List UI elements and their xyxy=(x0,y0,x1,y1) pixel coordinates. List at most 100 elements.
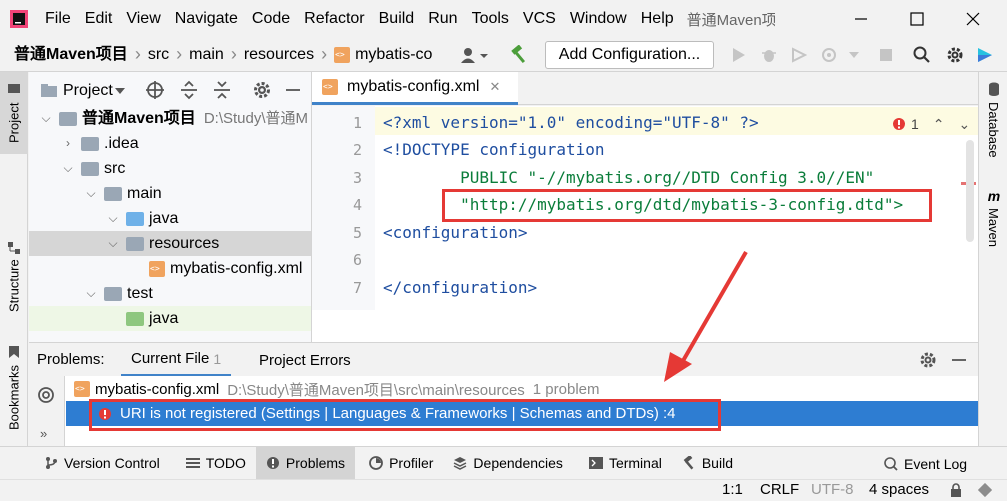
add-configuration-button[interactable]: Add Configuration... xyxy=(545,41,714,69)
autoscroll-icon[interactable] xyxy=(37,386,55,404)
more-run-icon[interactable] xyxy=(844,44,864,66)
menu-tools[interactable]: Tools xyxy=(465,0,516,38)
file-encoding[interactable]: UTF-8 xyxy=(811,481,854,498)
bookmarks-tool-tab[interactable]: Bookmarks xyxy=(0,338,28,438)
list-icon xyxy=(185,457,200,469)
breadcrumb-file[interactable]: mybatis-cor xyxy=(355,38,433,72)
caret-position[interactable]: 1:1 xyxy=(722,481,743,498)
lock-icon[interactable] xyxy=(950,483,962,497)
error-count: 1 xyxy=(911,116,919,132)
stop-icon[interactable] xyxy=(874,44,898,66)
tab-current-file[interactable]: Current File 1 xyxy=(121,343,232,377)
menu-view[interactable]: View xyxy=(119,0,167,38)
indent-setting[interactable]: 4 spaces xyxy=(869,481,929,498)
chevron-right-icon: › xyxy=(230,44,237,64)
menu-run[interactable]: Run xyxy=(421,0,464,38)
editor-scrollbar[interactable] xyxy=(966,140,974,242)
user-icon[interactable] xyxy=(456,44,492,66)
tree-item-mybatis-config[interactable]: mybatis-config.xml xyxy=(149,256,302,281)
settings-icon[interactable] xyxy=(943,44,967,66)
expand-all-icon[interactable] xyxy=(179,80,199,100)
annotation-arrow xyxy=(664,250,748,382)
profile-icon[interactable] xyxy=(817,44,841,66)
tab-project-errors[interactable]: Project Errors xyxy=(249,343,361,377)
menu-navigate[interactable]: Navigate xyxy=(168,0,245,38)
inspection-widget[interactable]: 1 ⌃ ⌄ xyxy=(892,114,970,134)
chevron-down-icon[interactable]: ⌄ xyxy=(959,116,971,133)
menu-code[interactable]: Code xyxy=(245,0,297,38)
search-icon[interactable] xyxy=(910,44,934,66)
breadcrumb-main[interactable]: main xyxy=(189,38,224,72)
close-tab-icon[interactable]: ✕ xyxy=(489,79,500,95)
menu-help[interactable]: Help xyxy=(634,0,681,38)
tab-problems[interactable]: Problems xyxy=(255,446,356,480)
hide-panel-icon[interactable] xyxy=(951,351,967,369)
resources-folder-icon xyxy=(126,236,144,251)
folder-icon xyxy=(8,83,20,93)
code-line-2[interactable]: <!DOCTYPE configuration xyxy=(383,140,605,159)
project-panel: Project ⌵ 普通Maven项目 D:\Study\普通M › .idea… xyxy=(29,72,312,342)
tab-dependencies[interactable]: Dependencies xyxy=(443,447,573,480)
menu-window[interactable]: Window xyxy=(563,0,634,38)
git-icon[interactable] xyxy=(978,483,992,497)
tree-item-resources[interactable]: ⌵ resources xyxy=(29,231,311,256)
breadcrumb-src[interactable]: src xyxy=(148,38,169,72)
breadcrumb-resources[interactable]: resources xyxy=(244,38,314,72)
maven-tool-tab[interactable]: m Maven xyxy=(979,188,1007,280)
xml-file-icon xyxy=(334,46,351,63)
code-line-3[interactable]: PUBLIC "-//mybatis.org//DTD Config 3.0//… xyxy=(383,168,874,187)
menu-bar: File Edit View Navigate Code Refactor Bu… xyxy=(0,0,1007,38)
menu-refactor[interactable]: Refactor xyxy=(297,0,371,38)
tab-todo[interactable]: TODO xyxy=(176,447,256,480)
tab-version-control[interactable]: Version Control xyxy=(34,447,170,480)
jetbrains-toolbox-icon[interactable] xyxy=(973,44,997,66)
hammer-icon[interactable] xyxy=(506,44,532,66)
project-tool-tab[interactable]: Project xyxy=(0,72,28,154)
breadcrumb-project[interactable]: 普通Maven项目 xyxy=(14,38,128,72)
menu-edit[interactable]: Edit xyxy=(78,0,120,38)
editor-tab-mybatis-config[interactable]: mybatis-config.xml ✕ xyxy=(312,72,518,105)
menu-vcs[interactable]: VCS xyxy=(516,0,563,38)
bottom-tool-bar: Version Control TODO Problems Profiler D… xyxy=(0,446,1007,480)
more-icon[interactable]: » xyxy=(40,426,47,441)
menu-file[interactable]: File xyxy=(38,0,78,38)
annotation-box-problem xyxy=(89,399,721,431)
hide-panel-icon[interactable] xyxy=(285,80,301,100)
maximize-icon[interactable] xyxy=(894,0,940,38)
tree-item-idea[interactable]: › .idea xyxy=(59,131,139,156)
code-line-1[interactable]: <?xml version="1.0" encoding="UTF-8" ?> xyxy=(383,113,759,132)
tree-item-project-root[interactable]: ⌵ 普通Maven项目 D:\Study\普通M xyxy=(37,106,311,131)
structure-tool-tab[interactable]: Structure xyxy=(0,232,28,322)
close-icon[interactable] xyxy=(950,0,996,38)
run-icon[interactable] xyxy=(727,44,751,66)
tab-profiler[interactable]: Profiler xyxy=(359,447,443,480)
dropdown-icon[interactable] xyxy=(114,87,125,95)
database-tool-tab[interactable]: Database xyxy=(979,82,1007,182)
debug-icon[interactable] xyxy=(757,44,781,66)
test-source-folder-icon xyxy=(126,311,144,326)
gear-icon[interactable] xyxy=(919,351,937,369)
locate-icon[interactable] xyxy=(145,80,165,100)
tree-item-test[interactable]: ⌵ test xyxy=(82,281,152,306)
minimize-icon[interactable] xyxy=(838,0,884,38)
coverage-icon[interactable] xyxy=(787,44,811,66)
problem-file-row[interactable]: mybatis-config.xml D:\Study\普通Maven项目\sr… xyxy=(66,377,978,401)
project-panel-title[interactable]: Project xyxy=(63,82,113,100)
gear-icon[interactable] xyxy=(252,80,272,100)
code-line-5[interactable]: <configuration> xyxy=(383,223,528,242)
code-line-7[interactable]: </configuration> xyxy=(383,278,537,297)
line-separator[interactable]: CRLF xyxy=(760,481,799,498)
collapse-all-icon[interactable] xyxy=(212,80,232,100)
tree-item-main[interactable]: ⌵ main xyxy=(82,181,161,206)
folder-icon xyxy=(104,186,122,201)
project-panel-header: Project xyxy=(29,72,311,110)
tab-terminal[interactable]: Terminal xyxy=(579,447,672,480)
menu-build[interactable]: Build xyxy=(372,0,422,38)
tree-item-java[interactable]: ⌵ java xyxy=(104,206,178,231)
chevron-up-icon[interactable]: ⌃ xyxy=(933,116,945,133)
tab-event-log[interactable]: Event Log xyxy=(874,447,977,480)
tab-build[interactable]: Build xyxy=(672,447,743,480)
chevron-down-icon: ⌵ xyxy=(63,161,73,175)
tree-item-src[interactable]: ⌵ src xyxy=(59,156,125,181)
tree-item-test-java[interactable]: java xyxy=(29,306,311,331)
